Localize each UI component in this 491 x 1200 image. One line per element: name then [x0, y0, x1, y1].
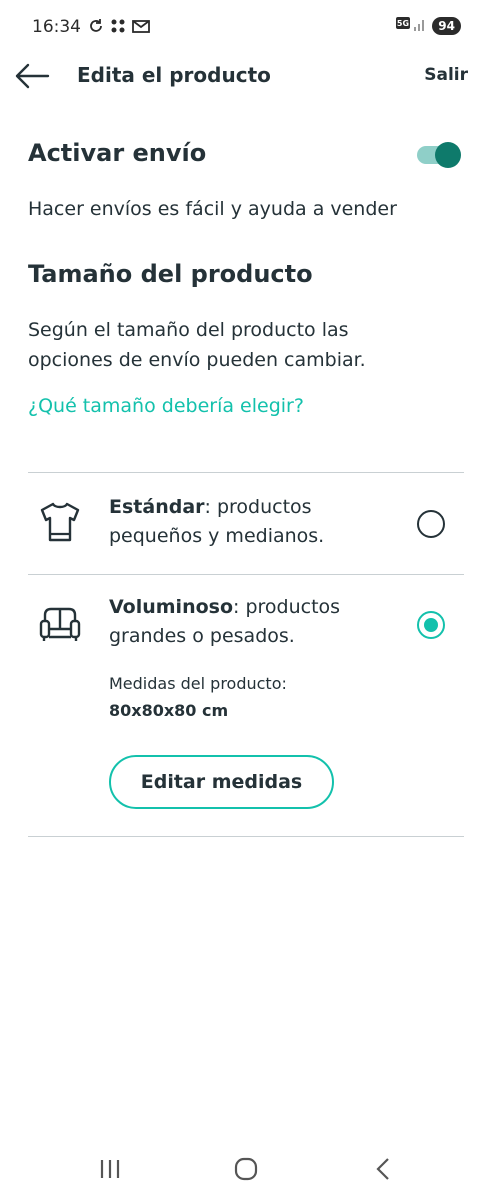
sofa-icon — [38, 603, 82, 647]
size-description: Según el tamaño del producto las opcione… — [28, 319, 366, 371]
edit-measures-button[interactable]: Editar medidas — [109, 755, 334, 809]
radio-bulky[interactable] — [417, 611, 445, 639]
shipping-description: Hacer envíos es fácil y ayuda a vender — [28, 198, 397, 220]
size-option-standard[interactable]: Estándar: productos pequeños y medianos. — [28, 473, 464, 573]
recent-apps-icon — [100, 1160, 120, 1178]
system-nav-bar — [0, 1140, 491, 1200]
size-help-link[interactable]: ¿Qué tamaño debería elegir? — [28, 395, 304, 417]
radio-standard[interactable] — [417, 510, 445, 538]
option-standard-text: Estándar: productos pequeños y medianos. — [109, 493, 379, 551]
battery-indicator: 94 — [432, 17, 461, 35]
option-bulky-name: Voluminoso — [109, 596, 234, 618]
app-bar: Edita el producto Salir — [0, 52, 491, 100]
arrow-left-icon — [15, 63, 50, 89]
exit-button[interactable]: Salir — [424, 65, 468, 85]
page-title: Edita el producto — [77, 63, 271, 87]
status-bar: 16:34 5G 94 — [0, 0, 491, 52]
t-shirt-icon — [38, 500, 82, 544]
toggle-thumb — [435, 142, 461, 168]
size-title: Tamaño del producto — [28, 260, 313, 288]
measures-value: 80x80x80 cm — [109, 701, 229, 720]
sync-icon — [88, 18, 104, 38]
shipping-title: Activar envío — [28, 139, 207, 167]
recent-apps-button[interactable] — [90, 1154, 130, 1184]
home-button[interactable] — [226, 1154, 266, 1184]
apps-icon — [110, 18, 126, 38]
notification-icons — [88, 18, 150, 38]
size-option-bulky[interactable]: Voluminoso: productos grandes o pesados. — [28, 575, 464, 675]
option-bulky-text: Voluminoso: productos grandes o pesados. — [109, 593, 379, 651]
option-standard-name: Estándar — [109, 496, 205, 518]
chevron-left-icon — [376, 1158, 389, 1180]
message-icon — [132, 18, 150, 38]
system-icons: 5G 94 — [396, 16, 461, 36]
measures-label: Medidas del producto: — [109, 674, 287, 693]
status-time: 16:34 — [32, 17, 81, 37]
shipping-toggle[interactable] — [415, 142, 461, 168]
divider — [28, 836, 464, 837]
home-icon — [234, 1157, 258, 1181]
back-button[interactable] — [14, 62, 50, 90]
svg-text:5G: 5G — [397, 19, 409, 28]
system-back-button[interactable] — [364, 1154, 404, 1184]
network-icon: 5G — [396, 16, 426, 36]
